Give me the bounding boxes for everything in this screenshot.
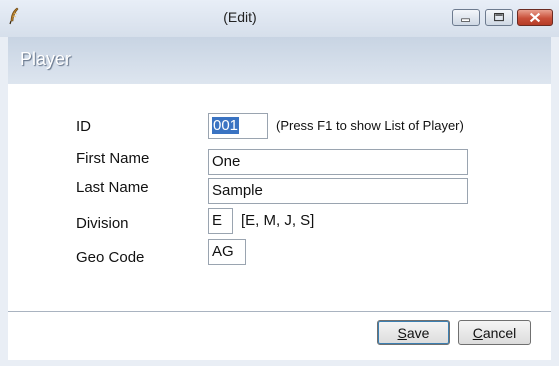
cancel-label: ancel: [482, 325, 517, 341]
division-field[interactable]: E: [208, 208, 233, 234]
division-label: Division: [76, 215, 129, 232]
edit-dialog: (Edit) Player ID 001 (Press F1 to show L…: [0, 0, 559, 366]
save-label: ave: [406, 325, 430, 341]
title-bar[interactable]: (Edit): [0, 0, 559, 37]
window-title: (Edit): [223, 9, 257, 25]
cancel-button[interactable]: Cancel: [458, 320, 531, 345]
geo-code-field[interactable]: AG: [208, 239, 246, 265]
last-name-field[interactable]: Sample: [208, 178, 468, 204]
close-button[interactable]: [517, 9, 553, 26]
first-name-field[interactable]: One: [208, 149, 468, 175]
first-name-label: First Name: [76, 150, 150, 167]
id-value: 001: [212, 117, 240, 134]
id-hint: (Press F1 to show List of Player): [276, 118, 464, 133]
save-button[interactable]: Save: [377, 320, 450, 345]
maximize-button[interactable]: [485, 9, 513, 26]
header-band: Player: [8, 37, 551, 84]
form-area: ID 001 (Press F1 to show List of Player)…: [8, 84, 551, 311]
minimize-button[interactable]: [452, 9, 480, 26]
page-title: Player: [20, 49, 72, 69]
maximize-icon: [494, 13, 504, 22]
cancel-mnemonic: C: [472, 325, 483, 341]
footer: Save Cancel: [8, 312, 551, 360]
save-mnemonic: S: [397, 325, 407, 341]
geo-code-label: Geo Code: [76, 249, 145, 266]
last-name-label: Last Name: [76, 179, 149, 196]
id-field[interactable]: 001: [208, 113, 268, 139]
division-hint: [E, M, J, S]: [241, 212, 315, 229]
close-icon: [529, 12, 541, 23]
minimize-icon: [461, 18, 470, 22]
id-label: ID: [76, 118, 91, 135]
